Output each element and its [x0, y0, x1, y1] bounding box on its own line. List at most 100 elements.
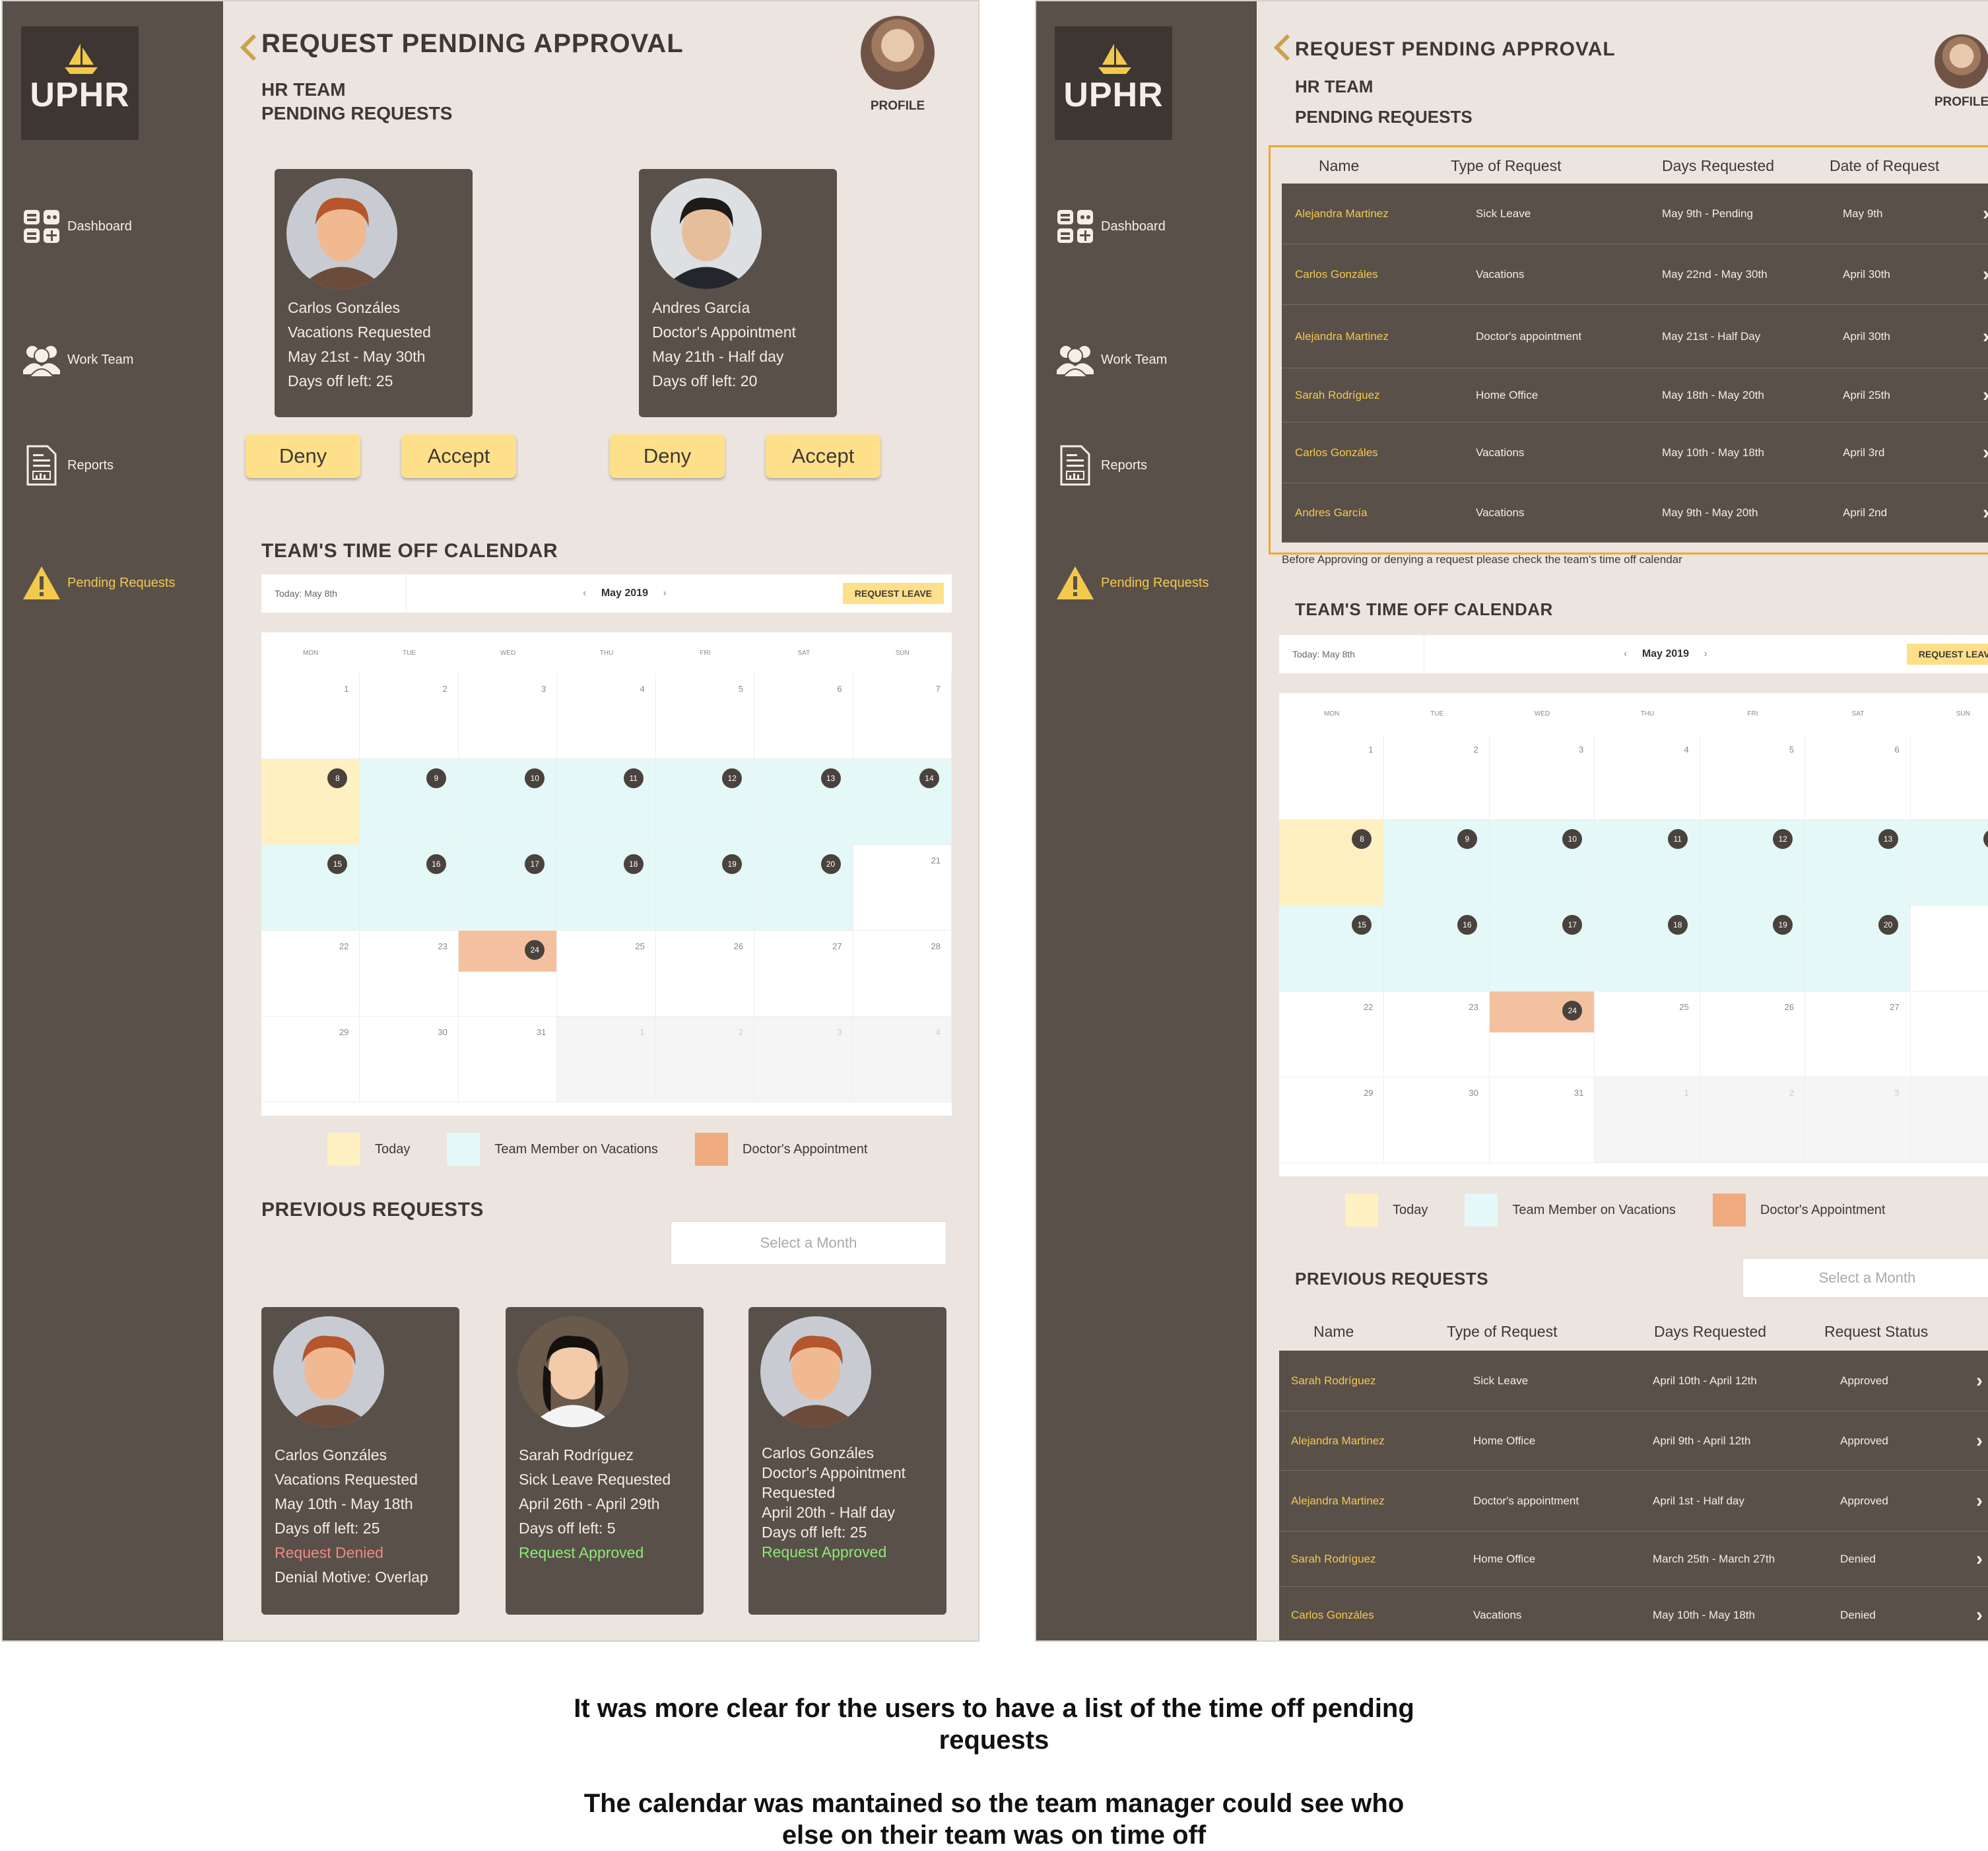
calendar-day[interactable]: 2	[1384, 734, 1490, 820]
calendar-day[interactable]: 18	[1595, 906, 1700, 992]
table-row[interactable]: Andres García Vacations May 9th - May 20th…	[1282, 483, 1988, 543]
calendar-day[interactable]: 20	[754, 845, 853, 931]
calendar-day[interactable]: 7	[853, 673, 952, 759]
previous-request-card[interactable]: Carlos Gonzáles Vacations Requested May 10…	[261, 1307, 459, 1615]
calendar-day[interactable]: 11	[1595, 820, 1700, 906]
month-select[interactable]: Select a Month	[671, 1221, 946, 1265]
calendar-day[interactable]: 14	[1910, 820, 1988, 906]
calendar-day[interactable]: 23	[1384, 992, 1490, 1077]
chevron-right-icon[interactable]: ›	[1983, 184, 1988, 244]
calendar-day[interactable]: 5	[1700, 734, 1806, 820]
calendar-day[interactable]: 1	[261, 673, 360, 759]
sidebar-item-reports[interactable]: Reports	[21, 442, 219, 488]
calendar-day[interactable]: 6	[754, 673, 853, 759]
accept-button[interactable]: Accept	[401, 434, 516, 478]
chevron-right-icon[interactable]: ›	[1976, 1531, 1983, 1586]
table-row[interactable]: Alejandra Martinez Doctor's appointment Ma…	[1282, 305, 1988, 368]
calendar-day[interactable]: 4	[1910, 1077, 1988, 1163]
chevron-right-icon[interactable]: ›	[1701, 648, 1707, 659]
chevron-right-icon[interactable]: ›	[1976, 1471, 1983, 1531]
calendar-day[interactable]: 1	[557, 1017, 656, 1102]
chevron-right-icon[interactable]: ›	[1983, 244, 1988, 304]
sidebar-item-work-team[interactable]: Work Team	[21, 337, 219, 383]
calendar-day[interactable]: 3	[754, 1017, 853, 1102]
calendar-day[interactable]: 4	[853, 1017, 952, 1102]
calendar-day[interactable]: 30	[360, 1017, 459, 1102]
calendar-day[interactable]: 23	[360, 931, 459, 1017]
calendar-day[interactable]: 13	[1805, 820, 1911, 906]
chevron-left-icon[interactable]: ‹	[583, 588, 589, 599]
calendar-day[interactable]: 30	[1384, 1077, 1490, 1163]
calendar-day[interactable]: 15	[261, 845, 360, 931]
calendar-day[interactable]: 27	[754, 931, 853, 1017]
request-leave-button[interactable]: REQUEST LEAVE	[842, 583, 944, 604]
column-header[interactable]: Name	[1319, 157, 1359, 175]
sidebar-item-work-team[interactable]: Work Team	[1055, 337, 1253, 383]
sidebar-item-reports[interactable]: Reports	[1055, 442, 1253, 488]
calendar-day[interactable]: 24	[1489, 992, 1595, 1077]
calendar-day[interactable]: 31	[458, 1017, 558, 1102]
chevron-right-icon[interactable]: ›	[1983, 422, 1988, 483]
app-logo[interactable]: UPHR	[21, 26, 139, 140]
calendar-day[interactable]: 27	[1805, 992, 1911, 1077]
calendar-day[interactable]: 7	[1910, 734, 1988, 820]
chevron-left-icon[interactable]: ‹	[1624, 648, 1630, 659]
table-row[interactable]: Carlos Gonzáles Vacations May 10th - May 1…	[1279, 1587, 1988, 1640]
sidebar-item-dashboard[interactable]: Dashboard	[21, 203, 219, 250]
calendar-day[interactable]: 12	[1700, 820, 1806, 906]
calendar-day[interactable]: 3	[1489, 734, 1595, 820]
calendar-day[interactable]: 1	[1279, 734, 1385, 820]
profile[interactable]: PROFILE	[1922, 34, 1988, 110]
calendar-day[interactable]: 12	[655, 759, 755, 845]
chevron-right-icon[interactable]: ›	[1976, 1411, 1983, 1470]
deny-button[interactable]: Deny	[246, 434, 360, 478]
calendar-day[interactable]: 25	[1595, 992, 1700, 1077]
calendar-day[interactable]: 10	[1489, 820, 1595, 906]
sidebar-item-pending-requests[interactable]: Pending Requests	[21, 560, 219, 606]
table-row[interactable]: Alejandra Martinez Doctor's appointment Ap…	[1279, 1471, 1988, 1531]
previous-request-card[interactable]: Carlos Gonzáles Doctor's Appointment Reque…	[748, 1307, 946, 1615]
pending-request-card[interactable]: Andres García Doctor's Appointment May 21t…	[639, 169, 837, 417]
calendar-day[interactable]: 29	[261, 1017, 360, 1102]
calendar-day[interactable]: 2	[655, 1017, 755, 1102]
month-nav[interactable]: ‹ May 2019 ›	[1424, 648, 1907, 660]
profile[interactable]: PROFILE	[858, 16, 937, 114]
chevron-right-icon[interactable]: ›	[1983, 483, 1988, 542]
back-chevron-icon[interactable]	[240, 34, 257, 61]
chevron-right-icon[interactable]: ›	[1983, 305, 1988, 368]
calendar-day[interactable]: 18	[557, 845, 656, 931]
chevron-right-icon[interactable]: ›	[660, 588, 666, 599]
calendar-day[interactable]: 9	[360, 759, 459, 845]
calendar-day[interactable]: 19	[1700, 906, 1806, 992]
table-row[interactable]: Alejandra Martinez Sick Leave May 9th - Pe…	[1282, 184, 1988, 244]
calendar-day[interactable]: 5	[655, 673, 755, 759]
calendar-day[interactable]: 3	[458, 673, 558, 759]
calendar-day[interactable]: 8	[1279, 820, 1385, 906]
chevron-right-icon[interactable]: ›	[1983, 368, 1988, 422]
calendar-day[interactable]: 17	[458, 845, 558, 931]
table-row[interactable]: Carlos Gonzáles Vacations May 22nd - May 3…	[1282, 244, 1988, 305]
calendar-day[interactable]: 16	[360, 845, 459, 931]
calendar-day[interactable]: 8	[261, 759, 360, 845]
column-header[interactable]: Type of Request	[1451, 157, 1562, 175]
calendar-day[interactable]: 11	[557, 759, 656, 845]
sidebar-item-dashboard[interactable]: Dashboard	[1055, 203, 1253, 250]
table-row[interactable]: Carlos Gonzáles Vacations May 10th - May 1…	[1282, 422, 1988, 483]
calendar-day[interactable]: 21	[853, 845, 952, 931]
back-chevron-icon[interactable]	[1273, 34, 1291, 61]
calendar-day[interactable]: 15	[1279, 906, 1385, 992]
calendar-day[interactable]: 26	[655, 931, 755, 1017]
calendar-day[interactable]: 22	[1279, 992, 1385, 1077]
calendar-day[interactable]: 22	[261, 931, 360, 1017]
calendar-day[interactable]: 9	[1384, 820, 1490, 906]
calendar-day[interactable]: 29	[1279, 1077, 1385, 1163]
column-header[interactable]: Days Requested	[1662, 157, 1774, 175]
calendar-day[interactable]: 26	[1700, 992, 1806, 1077]
month-nav[interactable]: ‹ May 2019 ›	[407, 588, 843, 599]
table-row[interactable]: Sarah Rodríguez Home Office May 18th - May…	[1282, 368, 1988, 422]
calendar-day[interactable]: 6	[1805, 734, 1911, 820]
calendar-day[interactable]: 20	[1805, 906, 1911, 992]
month-select[interactable]: Select a Month	[1742, 1258, 1988, 1298]
calendar-day[interactable]: 17	[1489, 906, 1595, 992]
table-row[interactable]: Sarah Rodríguez Home Office March 25th - M…	[1279, 1531, 1988, 1587]
